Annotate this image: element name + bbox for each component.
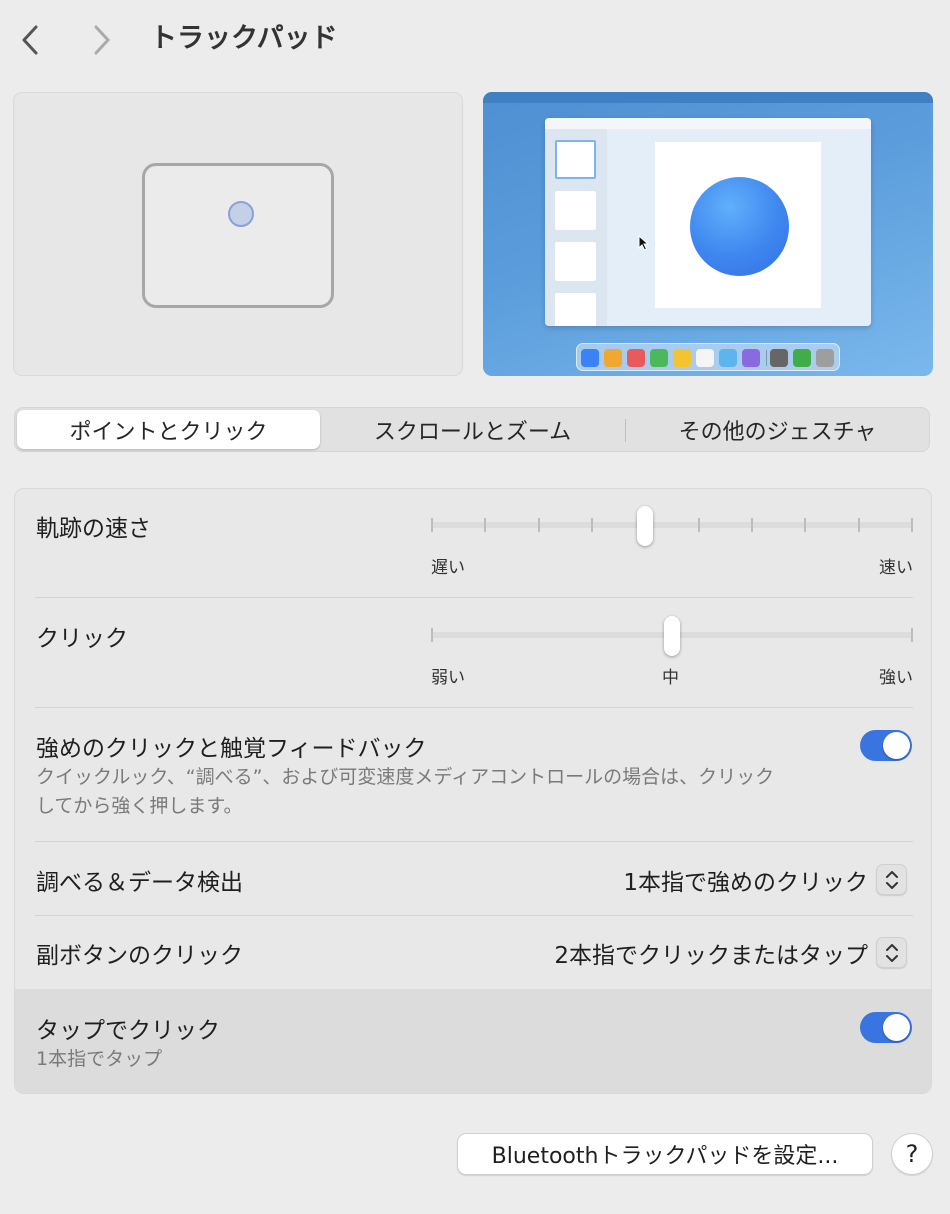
secondary-click-label: 副ボタンのクリック — [36, 943, 243, 969]
preview-slide-thumb — [555, 140, 596, 179]
dock-app-icon — [770, 349, 788, 367]
slider-tick — [698, 518, 700, 532]
tab-scroll-and-zoom[interactable]: スクロールとズーム — [320, 410, 625, 449]
trackpad-illustration — [142, 163, 334, 308]
dock-app-icon — [719, 349, 737, 367]
settings-group: 軌跡の速さ 遅い 速い クリック 弱い 中 強い 強めのクリックと触覚フィードバ… — [14, 488, 932, 1094]
slider-tick — [804, 518, 806, 532]
slider-track — [431, 522, 913, 528]
secondary-click-popup-button[interactable] — [876, 937, 907, 968]
row-divider — [35, 915, 913, 916]
dock-app-icon — [793, 349, 811, 367]
row-divider — [35, 597, 913, 598]
tab-point-and-click[interactable]: ポイントとクリック — [17, 410, 320, 449]
lookup-popup-button[interactable] — [876, 864, 907, 895]
slider-tick — [431, 628, 433, 642]
chevron-left-icon — [22, 25, 38, 55]
preview-dock — [576, 343, 840, 371]
slider-tick — [484, 518, 486, 532]
click-pressure-label: クリック — [36, 626, 128, 652]
force-click-label: 強めのクリックと触覚フィードバック — [36, 736, 427, 762]
slider-max-label: 速い — [879, 558, 913, 578]
tracking-speed-slider[interactable]: 遅い 速い — [431, 489, 913, 578]
row-divider — [35, 841, 913, 842]
slider-tick — [591, 518, 593, 532]
lookup-label: 調べる＆データ検出 — [36, 870, 243, 896]
toggle-knob — [883, 732, 910, 759]
dock-app-icon — [673, 349, 691, 367]
tab-bar: ポイントとクリック スクロールとズーム その他のジェスチャ — [14, 407, 930, 452]
tap-to-click-label: タップでクリック — [36, 1018, 220, 1044]
slider-thumb[interactable] — [664, 616, 680, 656]
trackpad-preview — [13, 92, 463, 376]
setup-bluetooth-trackpad-button[interactable]: Bluetoothトラックパッドを設定... — [457, 1133, 873, 1175]
slider-thumb[interactable] — [637, 506, 653, 546]
secondary-click-popup-value[interactable]: 2本指でクリックまたはタップ — [554, 936, 868, 970]
gesture-video-preview — [483, 92, 933, 376]
slider-tick — [858, 518, 860, 532]
preview-window-titlebar — [545, 118, 871, 129]
preview-slide-canvas — [655, 142, 821, 308]
force-click-description: クイックルック、“調べる”、および可変速度メディアコントロールの場合は、クリック — [36, 766, 775, 788]
forward-button[interactable] — [84, 20, 120, 60]
slider-min-label: 弱い — [431, 668, 465, 688]
row-divider — [35, 707, 913, 708]
slider-tick — [911, 518, 913, 532]
dock-app-icon — [696, 349, 714, 367]
help-button[interactable]: ? — [891, 1133, 933, 1175]
preview-slide-sidebar — [545, 129, 607, 326]
dock-app-icon — [604, 349, 622, 367]
toolbar: トラックパッド — [0, 0, 950, 78]
force-click-description-cont: してから強く押します。 — [36, 795, 243, 817]
preview-slide-thumb — [555, 242, 596, 281]
dock-app-icon — [627, 349, 645, 367]
tap-to-click-description: 1本指でタップ — [36, 1048, 163, 1070]
tap-to-click-toggle[interactable] — [860, 1012, 912, 1043]
preview-window — [545, 118, 871, 326]
back-button[interactable] — [12, 20, 48, 60]
preview-slide-thumb — [555, 191, 596, 230]
page-title: トラックパッド — [150, 23, 338, 54]
slider-tick — [538, 518, 540, 532]
slider-min-label: 遅い — [431, 558, 465, 578]
slider-tick — [431, 518, 433, 532]
toggle-knob — [883, 1014, 910, 1041]
dock-separator — [766, 350, 767, 366]
dock-app-icon — [650, 349, 668, 367]
preview-menubar — [483, 92, 933, 103]
dock-app-icon — [581, 349, 599, 367]
up-down-chevron-icon — [885, 870, 898, 889]
slider-tick — [751, 518, 753, 532]
preview-slide-thumb — [555, 293, 596, 326]
finger-tap-indicator — [228, 201, 254, 227]
tracking-speed-label: 軌跡の速さ — [36, 516, 151, 542]
up-down-chevron-icon — [885, 943, 898, 962]
dock-app-icon — [742, 349, 760, 367]
slider-tick — [911, 628, 913, 642]
lookup-popup-value[interactable]: 1本指で強めのクリック — [623, 863, 868, 897]
slider-mid-label: 中 — [662, 668, 679, 688]
slider-max-label: 強い — [879, 668, 913, 688]
chevron-right-icon — [94, 25, 110, 55]
preview-circle-shape — [690, 177, 789, 276]
tab-more-gestures[interactable]: その他のジェスチャ — [626, 410, 929, 449]
cursor-arrow-icon — [638, 235, 650, 251]
force-click-toggle[interactable] — [860, 730, 912, 761]
dock-app-icon — [816, 349, 834, 367]
click-pressure-slider[interactable]: 弱い 中 強い — [431, 599, 913, 688]
